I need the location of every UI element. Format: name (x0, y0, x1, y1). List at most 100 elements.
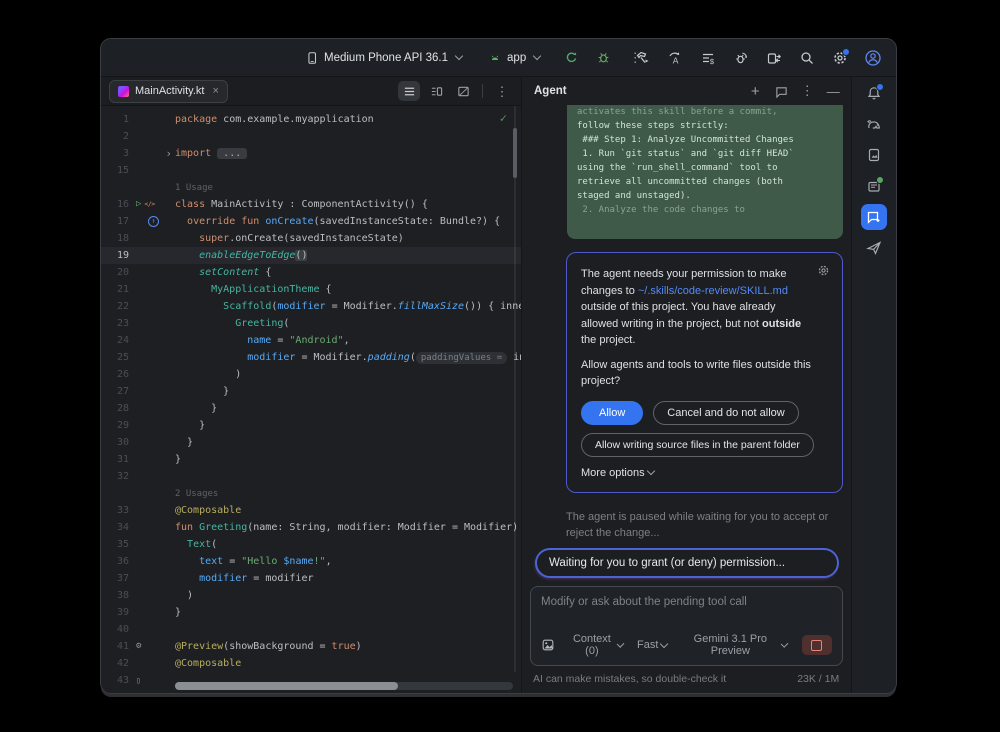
code-line[interactable]: 24 name = "Android", (101, 332, 521, 349)
more-options-button[interactable]: More options (581, 467, 654, 479)
device-gutter-icon[interactable]: ▯ (136, 672, 141, 689)
code-line[interactable]: 42@Composable (101, 655, 521, 672)
chat-history-button[interactable] (773, 83, 789, 99)
release-assistant-button[interactable] (861, 235, 887, 261)
code-line[interactable]: 34fun Greeting(name: String, modifier: M… (101, 519, 521, 536)
code-line[interactable]: 1 Usage (101, 179, 521, 196)
code-line[interactable]: 36 text = "Hello $name!", (101, 553, 521, 570)
editor-options-button[interactable]: ⋮ (491, 81, 513, 101)
notifications-button[interactable] (861, 80, 887, 106)
gear-gutter-icon[interactable]: ⚙ (136, 638, 141, 655)
code-line[interactable]: 37 modifier = modifier (101, 570, 521, 587)
code-line[interactable]: 2 (101, 128, 521, 145)
line-number (101, 485, 129, 502)
profile-button[interactable] (860, 45, 886, 71)
composer-input[interactable]: Modify or ask about the pending tool cal… (541, 596, 832, 608)
hide-panel-button[interactable]: — (825, 83, 841, 99)
code-line[interactable]: 28 } (101, 400, 521, 417)
code-line[interactable]: 32 (101, 468, 521, 485)
code-line[interactable]: 16▷</>class MainActivity : ComponentActi… (101, 196, 521, 213)
code-line[interactable]: 31} (101, 451, 521, 468)
stop-button[interactable] (802, 635, 833, 655)
task-list-button[interactable]: $ (695, 45, 721, 71)
skill-file-link[interactable]: ~/.skills/code-review/SKILL.md (638, 285, 788, 297)
split-view-button[interactable] (425, 81, 447, 101)
code-line[interactable]: 30 } (101, 434, 521, 451)
code-line[interactable]: 21 MyApplicationTheme { (101, 281, 521, 298)
code-view-button[interactable] (398, 81, 420, 101)
override-gutter-icon[interactable]: ↑ (148, 216, 159, 227)
code-line[interactable]: 22 Scaffold(modifier = Modifier.fillMaxS… (101, 298, 521, 315)
editor-area: MainActivity.kt × (101, 77, 522, 694)
tab-mainactivity[interactable]: MainActivity.kt × (109, 80, 228, 103)
editor-vscroll-track[interactable] (514, 106, 516, 672)
context-selector[interactable]: Context (0) (569, 633, 623, 657)
line-number: 36 (101, 553, 129, 570)
run-gutter-icon[interactable]: ▷ (136, 196, 141, 213)
search-button[interactable] (794, 45, 820, 71)
gradle-button[interactable] (861, 111, 887, 137)
code-line[interactable]: 19 enableEdgeToEdge() (101, 247, 521, 264)
build-run-button[interactable] (629, 45, 655, 71)
agent-panel-header: Agent + ⋮ — (522, 77, 851, 105)
gemini-agent-button[interactable] (861, 204, 887, 230)
new-chat-button[interactable]: + (747, 83, 763, 99)
rerun-button[interactable] (558, 45, 584, 71)
code-line[interactable]: 23 Greeting( (101, 315, 521, 332)
editor-hscroll-thumb[interactable] (175, 682, 398, 690)
code-assist-button[interactable]: A (662, 45, 688, 71)
agent-options-button[interactable]: ⋮ (799, 83, 815, 99)
cancel-button[interactable]: Cancel and do not allow (653, 401, 798, 425)
notification-dot (876, 83, 884, 91)
allow-button[interactable]: Allow (581, 401, 643, 425)
running-devices-button[interactable] (861, 173, 887, 199)
markup-gutter-icon[interactable]: </> (144, 196, 154, 213)
attach-image-button[interactable] (541, 638, 555, 652)
speed-selector[interactable]: Fast (637, 639, 667, 651)
kotlin-file-icon (118, 86, 129, 97)
code-line[interactable]: 1package com.example.myapplication (101, 111, 521, 128)
code-line[interactable]: 38 ) (101, 587, 521, 604)
code-line[interactable]: 29 } (101, 417, 521, 434)
design-view-button[interactable] (452, 81, 474, 101)
composer[interactable]: Modify or ask about the pending tool cal… (530, 586, 843, 666)
code-line[interactable]: 40 (101, 621, 521, 638)
settings-button[interactable] (827, 45, 853, 71)
code-line[interactable]: 20 setContent { (101, 264, 521, 281)
code-line[interactable]: 39} (101, 604, 521, 621)
agent-chat-area[interactable]: activates this skill before a commit,fol… (522, 105, 851, 542)
chevron-down-icon (660, 639, 668, 647)
line-number: 41 (101, 638, 129, 655)
code-line[interactable]: 33@Composable (101, 502, 521, 519)
code-line[interactable]: 25 modifier = Modifier.padding(paddingVa… (101, 349, 521, 366)
device-selector-label: Medium Phone API 36.1 (324, 52, 448, 64)
tab-close-icon[interactable]: × (212, 85, 218, 97)
device-selector[interactable]: Medium Phone API 36.1 (299, 47, 468, 69)
debug-button[interactable] (590, 45, 616, 71)
code-line[interactable]: 35 Text( (101, 536, 521, 553)
code-line[interactable]: 3›import ... (101, 145, 521, 162)
code-line[interactable]: 41⚙@Preview(showBackground = true) (101, 638, 521, 655)
code-line[interactable]: 26 ) (101, 366, 521, 383)
code-editor[interactable]: 1package com.example.myapplication23›imp… (101, 106, 521, 694)
inspections-ok-icon[interactable]: ✓ (500, 111, 507, 125)
profiler-button[interactable] (728, 45, 754, 71)
run-config-selector[interactable]: app (482, 47, 546, 68)
model-selector[interactable]: Gemini 3.1 Pro Preview (681, 633, 787, 657)
skill-text-line: ### Step 1: Analyze Uncommitted Changes (577, 133, 833, 147)
allow-parent-folder-button[interactable]: Allow writing source files in the parent… (581, 433, 814, 457)
code-line[interactable]: 27 } (101, 383, 521, 400)
chevron-down-icon (781, 640, 789, 648)
code-line[interactable]: 15 (101, 162, 521, 179)
line-number: 35 (101, 536, 129, 553)
fold-gutter-icon[interactable]: › (165, 145, 172, 162)
agent-panel-title: Agent (534, 85, 567, 97)
editor-vscroll-thumb[interactable] (513, 128, 517, 178)
device-streaming-button[interactable] (761, 45, 787, 71)
code-line[interactable]: 18 super.onCreate(savedInstanceState) (101, 230, 521, 247)
code-line[interactable]: 2 Usages (101, 485, 521, 502)
permission-settings-icon[interactable] (817, 264, 830, 277)
code-line[interactable]: 17↑ override fun onCreate(savedInstanceS… (101, 213, 521, 230)
device-manager-button[interactable] (861, 142, 887, 168)
editor-hscroll-track[interactable] (175, 682, 513, 690)
